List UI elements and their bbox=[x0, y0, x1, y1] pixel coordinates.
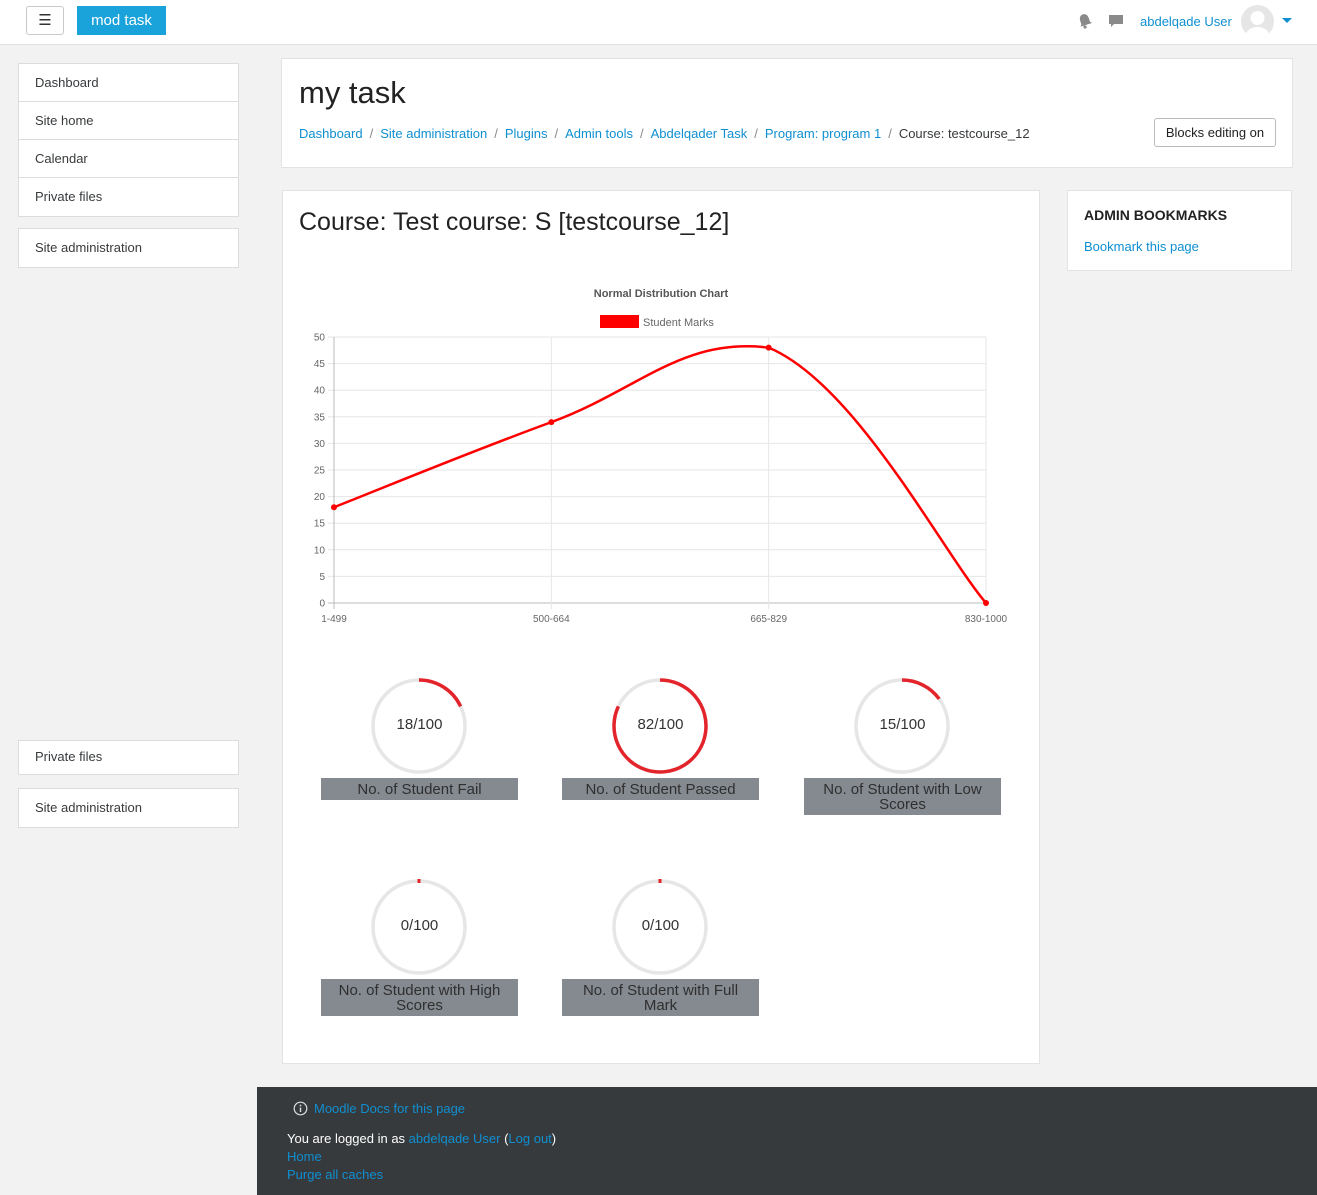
breadcrumb-dashboard[interactable]: Dashboard bbox=[299, 126, 363, 141]
y-tick-label: 35 bbox=[314, 412, 326, 423]
chart-y-ticks: 0 5 10 15 20 25 30 35 40 45 50 bbox=[314, 333, 326, 610]
chart-x-ticks: 1-499 500-664 665-829 830-1000 bbox=[321, 614, 1007, 625]
chart-title: Normal Distribution Chart bbox=[594, 288, 729, 300]
legend-label: Student Marks bbox=[643, 317, 714, 329]
y-tick-label: 15 bbox=[314, 519, 326, 530]
series-points bbox=[331, 344, 989, 606]
gauge-arc bbox=[418, 678, 463, 708]
y-tick-label: 10 bbox=[314, 545, 326, 556]
gauge-value: 0/100 bbox=[400, 917, 439, 934]
admin-bookmarks-block: ADMIN BOOKMARKS Bookmark this page bbox=[1067, 190, 1292, 271]
nav-item-calendar[interactable]: Calendar bbox=[19, 140, 238, 178]
gauge-value: 82/100 bbox=[637, 716, 684, 733]
data-point bbox=[983, 600, 989, 606]
nav-drawer bbox=[0, 45, 257, 1195]
top-navbar: ☰ mod task abdelqade User bbox=[0, 0, 1317, 45]
page-title: my task bbox=[299, 75, 406, 110]
caret-down-icon[interactable] bbox=[1282, 18, 1292, 23]
page-header: my task Dashboard / Site administration / … bbox=[281, 58, 1293, 168]
y-tick-label: 30 bbox=[314, 439, 326, 450]
gauge-label: No. of Student Passed bbox=[562, 778, 759, 800]
breadcrumb-separator: / bbox=[640, 126, 644, 141]
footer-user-link[interactable]: abdelqade User bbox=[409, 1131, 501, 1146]
nav-group-main: Dashboard Site home Calendar Private fil… bbox=[18, 63, 239, 217]
nav-item-private-files[interactable]: Private files bbox=[19, 178, 238, 216]
breadcrumb-abdelqader-task[interactable]: Abdelqader Task bbox=[651, 126, 748, 141]
nav-group-admin-secondary: Site administration bbox=[18, 788, 239, 828]
legend-swatch bbox=[600, 315, 639, 328]
bell-icon[interactable] bbox=[1076, 12, 1094, 30]
breadcrumb-site-administration[interactable]: Site administration bbox=[380, 126, 487, 141]
bookmarks-title: ADMIN BOOKMARKS bbox=[1084, 207, 1228, 223]
y-tick-label: 20 bbox=[314, 492, 326, 503]
nav-item-private-files-2[interactable]: Private files bbox=[19, 741, 238, 774]
gauge-label: No. of Student with Low Scores bbox=[804, 778, 1001, 815]
page-footer: Moodle Docs for this page You are logged… bbox=[257, 1087, 1317, 1195]
gauge-arc bbox=[901, 678, 941, 701]
nav-group-admin: Site administration bbox=[18, 228, 239, 268]
series-line-student-marks bbox=[333, 345, 987, 604]
gauge-value: 18/100 bbox=[396, 716, 443, 733]
purge-caches-link[interactable]: Purge all caches bbox=[287, 1167, 383, 1182]
home-link[interactable]: Home bbox=[287, 1149, 322, 1164]
menu-toggle-button[interactable]: ☰ bbox=[26, 6, 64, 35]
info-icon bbox=[293, 1101, 308, 1116]
login-info: You are logged in as abdelqade User (Log… bbox=[287, 1131, 556, 1146]
blocks-editing-button[interactable]: Blocks editing on bbox=[1154, 118, 1276, 147]
breadcrumb-separator: / bbox=[369, 126, 374, 141]
gauge-label: No. of Student with Full Mark bbox=[562, 979, 759, 1016]
chart-grid bbox=[328, 336, 987, 609]
site-brand-button[interactable]: mod task bbox=[77, 6, 166, 35]
breadcrumb-separator: / bbox=[754, 126, 758, 141]
chat-icon[interactable] bbox=[1107, 12, 1125, 30]
footer-docs: Moodle Docs for this page bbox=[293, 1101, 465, 1116]
breadcrumb-current: Course: testcourse_12 bbox=[898, 126, 1030, 141]
breadcrumb-admin-tools[interactable]: Admin tools bbox=[565, 126, 633, 141]
normal-distribution-chart: 0 5 10 15 20 25 30 35 40 45 50 1-499 500-664 665-829… bbox=[314, 288, 1008, 625]
gauge-label: No. of Student with High Scores bbox=[321, 979, 518, 1016]
moodle-docs-link[interactable]: Moodle Docs for this page bbox=[314, 1101, 465, 1116]
bookmark-page-link[interactable]: Bookmark this page bbox=[1084, 239, 1199, 254]
breadcrumb-separator: / bbox=[554, 126, 559, 141]
y-tick-label: 45 bbox=[314, 359, 326, 370]
user-menu-name[interactable]: abdelqade User bbox=[1140, 14, 1232, 29]
nav-item-site-administration-2[interactable]: Site administration bbox=[19, 789, 238, 827]
y-tick-label: 25 bbox=[314, 466, 326, 477]
breadcrumb-separator: / bbox=[888, 126, 892, 141]
breadcrumb-plugins[interactable]: Plugins bbox=[505, 126, 548, 141]
logout-link[interactable]: Log out bbox=[508, 1131, 551, 1146]
y-tick-label: 40 bbox=[314, 386, 326, 397]
course-title: Course: Test course: S [testcourse_12] bbox=[299, 208, 730, 236]
y-tick-label: 0 bbox=[319, 599, 325, 610]
gauge-value: 0/100 bbox=[641, 917, 680, 934]
paren-close: ) bbox=[551, 1131, 557, 1146]
x-tick-label: 830-1000 bbox=[965, 614, 1008, 625]
y-tick-label: 5 bbox=[319, 572, 325, 583]
nav-group-files-secondary: Private files bbox=[18, 740, 239, 775]
data-point bbox=[548, 419, 555, 426]
breadcrumb-separator: / bbox=[494, 126, 498, 141]
gauge-label: No. of Student Fail bbox=[321, 778, 518, 800]
gauge-value: 15/100 bbox=[879, 716, 926, 733]
login-prefix: You are logged in as bbox=[287, 1131, 409, 1146]
x-tick-label: 500-664 bbox=[533, 614, 570, 625]
x-tick-label: 1-499 bbox=[321, 614, 347, 625]
breadcrumb-program[interactable]: Program: program 1 bbox=[765, 126, 881, 141]
data-point bbox=[765, 344, 772, 351]
breadcrumb: Dashboard / Site administration / Plugins /… bbox=[299, 126, 1030, 141]
nav-item-dashboard[interactable]: Dashboard bbox=[19, 64, 238, 102]
main-content: Course: Test course: S [testcourse_12] 0… bbox=[282, 190, 1040, 1064]
avatar[interactable] bbox=[1241, 5, 1274, 38]
data-point bbox=[331, 504, 337, 511]
x-tick-label: 665-829 bbox=[750, 614, 787, 625]
y-tick-label: 50 bbox=[314, 333, 326, 344]
nav-item-site-administration[interactable]: Site administration bbox=[19, 229, 238, 267]
nav-item-site-home[interactable]: Site home bbox=[19, 102, 238, 140]
